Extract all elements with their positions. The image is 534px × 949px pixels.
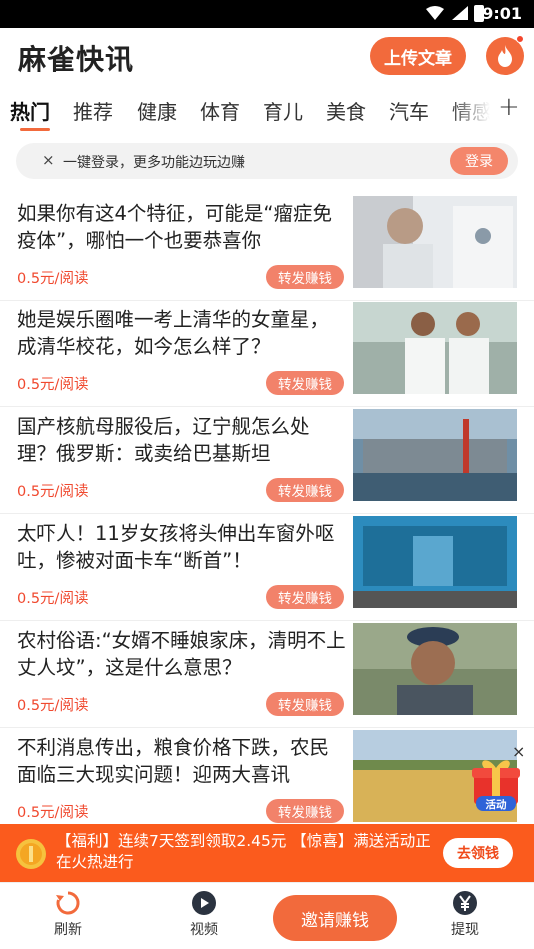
- share-earn-button[interactable]: 转发赚钱: [266, 265, 344, 289]
- article-price: 0.5元/阅读: [17, 271, 89, 287]
- video-icon: [192, 891, 216, 915]
- status-bar: 9:01: [0, 0, 534, 28]
- tab-health[interactable]: 健康: [137, 96, 177, 125]
- login-prompt-text: 一键登录，更多功能边玩边赚: [63, 155, 245, 171]
- login-button[interactable]: 登录: [450, 147, 508, 175]
- tab-recommend[interactable]: 推荐: [73, 96, 113, 125]
- article-price: 0.5元/阅读: [17, 805, 89, 821]
- article-price: 0.5元/阅读: [17, 484, 89, 500]
- upload-article-button[interactable]: 上传文章: [370, 37, 466, 75]
- article-title[interactable]: 太吓人！11岁女孩将头伸出车窗外呕吐，惨被对面卡车“断首”！: [17, 520, 347, 574]
- tab-food[interactable]: 美食: [326, 96, 366, 125]
- nav-withdraw-label: 提现: [451, 922, 479, 938]
- share-earn-button[interactable]: 转发赚钱: [266, 371, 344, 395]
- claim-money-button[interactable]: 去领钱: [443, 838, 513, 868]
- login-banner: × 一键登录，更多功能边玩边赚 登录: [16, 143, 518, 179]
- tab-hot[interactable]: 热门: [10, 96, 50, 125]
- article-title[interactable]: 国产核航母服役后，辽宁舰怎么处理？俄罗斯：或卖给巴基斯坦: [17, 413, 347, 467]
- nav-video[interactable]: 视频: [169, 889, 239, 939]
- article-item[interactable]: 国产核航母服役后，辽宁舰怎么处理？俄罗斯：或卖给巴基斯坦 0.5元/阅读 转发赚…: [0, 407, 534, 514]
- share-earn-button[interactable]: 转发赚钱: [266, 692, 344, 716]
- article-price: 0.5元/阅读: [17, 591, 89, 607]
- nav-refresh-label: 刷新: [54, 922, 82, 938]
- signal-icon: [452, 6, 468, 20]
- article-thumbnail[interactable]: [353, 302, 517, 394]
- fire-icon: [498, 45, 512, 67]
- gift-label: 活动: [485, 799, 507, 811]
- article-price: 0.5元/阅读: [17, 377, 89, 393]
- coin-icon: [16, 839, 46, 869]
- notification-dot: [516, 35, 524, 43]
- promo-text: 【福利】连续7天签到领取2.45元 【惊喜】满送活动正在火热进行: [56, 832, 431, 871]
- bottom-navigation: 刷新 视频 邀请赚钱 提现: [0, 882, 534, 949]
- nav-video-label: 视频: [190, 922, 218, 938]
- category-tabs: 热门 推荐 健康 体育 育儿 美食 汽车 情感 +: [0, 88, 534, 132]
- add-category-icon[interactable]: +: [498, 92, 520, 122]
- share-earn-button[interactable]: 转发赚钱: [266, 478, 344, 502]
- wifi-icon: [426, 6, 444, 20]
- article-thumbnail[interactable]: [353, 623, 517, 715]
- app-title: 麻雀快讯: [18, 43, 135, 76]
- article-item[interactable]: 她是娱乐圈唯一考上清华的女童星，成清华校花，如今怎么样了？ 0.5元/阅读 转发…: [0, 300, 534, 407]
- active-tab-indicator: [20, 128, 50, 131]
- refresh-icon: [56, 891, 80, 915]
- close-icon[interactable]: ×: [42, 151, 55, 169]
- yen-icon: [453, 891, 477, 915]
- tab-sports[interactable]: 体育: [200, 96, 240, 125]
- article-item[interactable]: 不利消息传出，粮食价格下跌，农民面临三大现实问题！迎两大喜讯 0.5元/阅读 转…: [0, 728, 534, 835]
- status-time: 9:01: [482, 4, 522, 23]
- nav-withdraw[interactable]: 提现: [430, 889, 500, 939]
- fire-button[interactable]: [486, 35, 524, 75]
- article-thumbnail[interactable]: [353, 409, 517, 501]
- article-title[interactable]: 农村俗语:“女婿不睡娘家床，清明不上丈人坟”，这是什么意思？: [17, 627, 347, 681]
- invite-earn-button[interactable]: 邀请赚钱: [273, 895, 397, 941]
- tab-cars[interactable]: 汽车: [389, 96, 429, 125]
- article-thumbnail[interactable]: [353, 196, 517, 288]
- activity-gift-button[interactable]: 活动: [468, 754, 524, 812]
- promo-banner[interactable]: 【福利】连续7天签到领取2.45元 【惊喜】满送活动正在火热进行 去领钱: [0, 824, 534, 882]
- article-item[interactable]: 太吓人！11岁女孩将头伸出车窗外呕吐，惨被对面卡车“断首”！ 0.5元/阅读 转…: [0, 514, 534, 621]
- article-title[interactable]: 不利消息传出，粮食价格下跌，农民面临三大现实问题！迎两大喜讯: [17, 734, 347, 788]
- article-item[interactable]: 如果你有这4个特征，可能是“瘤症免疫体”，哪怕一个也要恭喜你 0.5元/阅读 转…: [0, 194, 534, 301]
- share-earn-button[interactable]: 转发赚钱: [266, 585, 344, 609]
- article-thumbnail[interactable]: [353, 516, 517, 608]
- article-item[interactable]: 农村俗语:“女婿不睡娘家床，清明不上丈人坟”，这是什么意思？ 0.5元/阅读 转…: [0, 621, 534, 728]
- article-title[interactable]: 她是娱乐圈唯一考上清华的女童星，成清华校花，如今怎么样了？: [17, 306, 347, 360]
- nav-refresh[interactable]: 刷新: [33, 889, 103, 939]
- article-title[interactable]: 如果你有这4个特征，可能是“瘤症免疫体”，哪怕一个也要恭喜你: [17, 200, 347, 254]
- app-header: 麻雀快讯 上传文章: [0, 28, 534, 88]
- share-earn-button[interactable]: 转发赚钱: [266, 799, 344, 823]
- article-price: 0.5元/阅读: [17, 698, 89, 714]
- tabs-fade: [450, 88, 500, 132]
- tab-parenting[interactable]: 育儿: [263, 96, 303, 125]
